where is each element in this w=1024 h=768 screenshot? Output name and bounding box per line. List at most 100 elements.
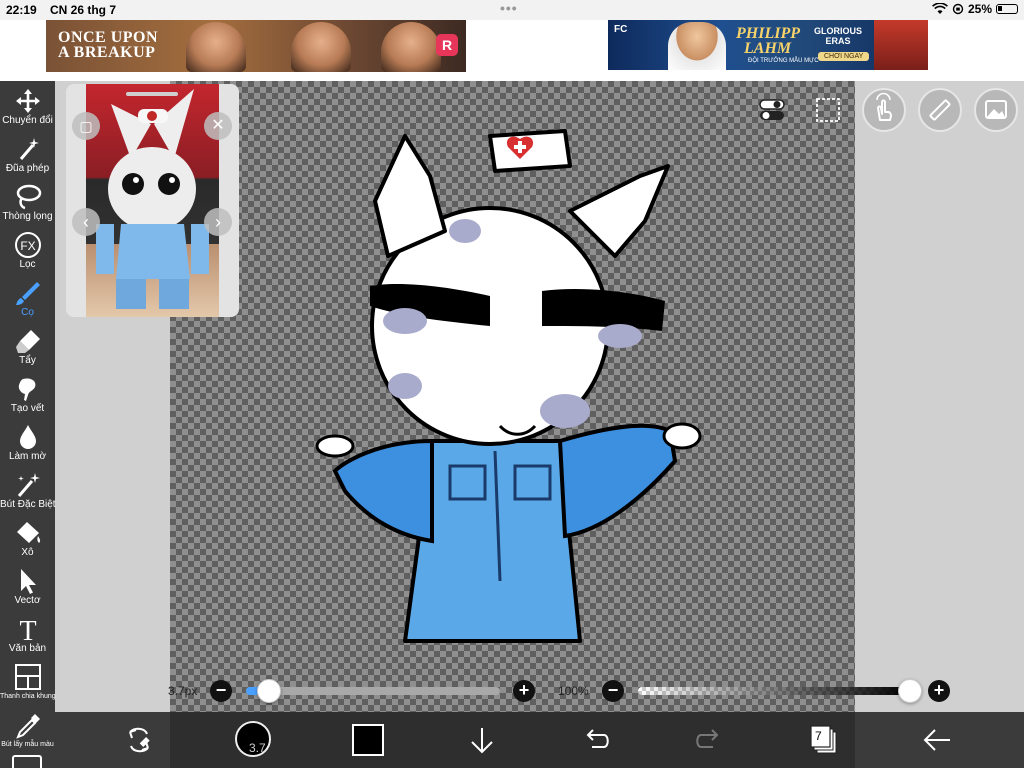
special-pen-icon	[17, 473, 40, 497]
ad-glorious-eras: GLORIOUS ERAS	[814, 26, 863, 46]
status-date: CN 26 thg 7	[50, 3, 117, 17]
battery-icon	[996, 4, 1018, 14]
tool-vector[interactable]: Vectơ	[0, 567, 55, 606]
tool-transform[interactable]: Chuyển đổi	[0, 87, 55, 126]
drawing-canvas[interactable]	[170, 81, 855, 712]
reference-prev-icon[interactable]: ‹	[72, 208, 100, 236]
vector-icon	[20, 569, 36, 594]
frame-divider-icon	[14, 664, 41, 690]
game-ad-banner[interactable]: FC PHILIPP LAHM ĐỘI TRƯỞNG MẪU MỰC GLORI…	[608, 20, 928, 70]
brush-size-preview: 3.7	[235, 721, 271, 757]
status-right: 25%	[932, 2, 1018, 16]
bucket-icon	[16, 522, 40, 543]
tool-text[interactable]: T Văn bản	[0, 615, 55, 654]
ad-promo-image	[874, 20, 928, 70]
ad-player-name: PHILIPP LAHM	[736, 25, 800, 57]
reference-image-panel[interactable]: ▢ ✕ ‹ ›	[66, 84, 239, 317]
image-icon	[985, 100, 1007, 119]
text-icon: T	[19, 616, 36, 643]
swap-brush-eraser-icon	[129, 727, 150, 753]
opacity-label: 100%	[558, 684, 589, 698]
eraser-icon	[15, 330, 40, 353]
orientation-lock-icon	[952, 3, 964, 15]
bottom-toolbar-center	[170, 712, 855, 768]
opacity-minus-button[interactable]: −	[602, 680, 624, 702]
tool-bucket[interactable]: Xô	[0, 519, 55, 558]
reference-toggle-button[interactable]	[974, 88, 1018, 132]
ad-r-logo: R	[436, 34, 458, 56]
ad-subtitle: ĐỘI TRƯỞNG MẪU MỰC	[748, 58, 819, 64]
brush-size-plus-button[interactable]: +	[513, 680, 535, 702]
tool-lasso[interactable]: Thòng lọng	[0, 183, 55, 222]
layer-count: 7	[815, 729, 822, 743]
tool-special-pen[interactable]: Bút Đặc Biệt	[0, 471, 56, 510]
brush-size-preview-value: 3.7	[249, 741, 266, 755]
svg-text:T: T	[19, 616, 36, 643]
artwork	[315, 129, 702, 643]
status-bar: 22:19 CN 26 thg 7 ••• 25%	[0, 0, 1024, 20]
reference-crop-icon[interactable]: ▢	[72, 112, 100, 140]
opacity-track[interactable]	[638, 687, 910, 695]
brush-size-label: 3.7px	[168, 684, 198, 698]
back-button[interactable]	[919, 722, 955, 758]
eyedropper-icon	[15, 714, 40, 739]
smudge-icon	[18, 378, 35, 401]
opacity-plus-button[interactable]: +	[928, 680, 950, 702]
move-icon	[15, 89, 40, 113]
undo-button[interactable]	[578, 722, 614, 758]
blur-icon	[19, 425, 36, 449]
tool-filter[interactable]: FX Lọc	[0, 231, 55, 270]
redo-icon	[696, 729, 719, 748]
brush-size-thumb[interactable]	[256, 679, 281, 703]
layers-button[interactable]: 7	[805, 722, 841, 758]
ad-fc-logo: FC	[614, 24, 628, 35]
arrow-down-icon	[471, 728, 493, 754]
magic-wand-icon	[19, 138, 39, 160]
brush-size-preview-button[interactable]: 3.7	[235, 721, 271, 757]
hand-touch-icon	[876, 92, 892, 121]
ad-movie-title: ONCE UPON A BREAKUP	[58, 29, 159, 61]
tool-eraser[interactable]: Tẩy	[0, 327, 55, 366]
save-download-button[interactable]	[464, 722, 500, 758]
reference-close-icon[interactable]: ✕	[204, 112, 232, 140]
brush-size-minus-button[interactable]: −	[210, 680, 232, 702]
redo-button[interactable]	[691, 722, 727, 758]
svg-text:FX: FX	[20, 239, 35, 253]
tool-frame-divider[interactable]: Thanh chia khung	[0, 663, 56, 702]
multitasking-dots-icon[interactable]: •••	[500, 0, 518, 16]
reference-drag-handle[interactable]	[126, 92, 178, 96]
tool-brush[interactable]: Cọ	[0, 279, 55, 318]
swap-tool-button[interactable]	[121, 722, 157, 758]
opacity-thumb[interactable]	[898, 679, 922, 703]
wifi-icon	[932, 3, 948, 14]
reference-next-icon[interactable]: ›	[204, 208, 232, 236]
fx-icon: FX	[14, 232, 41, 258]
tool-smudge[interactable]: Tạo vết	[0, 375, 55, 414]
undo-icon	[586, 729, 609, 748]
touch-mode-button[interactable]	[862, 88, 906, 132]
ad-play-now-button[interactable]: CHƠI NGAY	[818, 52, 870, 61]
ruler-icon	[929, 99, 951, 121]
tool-eyedropper[interactable]: Bút lấy mẫu màu	[0, 711, 55, 750]
tool-magic-wand[interactable]: Đũa phép	[0, 135, 55, 174]
ruler-button[interactable]	[918, 88, 962, 132]
ad-banner-row: ONCE UPON A BREAKUP R FC PHILIPP LAHM ĐỘ…	[0, 20, 1024, 81]
color-swatch-button[interactable]	[352, 724, 384, 756]
brush-size-track[interactable]	[246, 687, 500, 695]
brush-icon	[15, 282, 40, 305]
ad-player-image	[668, 22, 726, 70]
toggle-settings-icon[interactable]	[758, 96, 786, 124]
ad-actor-image	[186, 22, 246, 72]
movie-ad-banner[interactable]: ONCE UPON A BREAKUP R	[46, 20, 466, 72]
reference-character	[96, 89, 209, 309]
bottom-toolbar: 3.7 7	[55, 712, 1024, 768]
status-time: 22:19	[6, 3, 37, 17]
ad-actor-image	[291, 22, 351, 72]
layers-icon	[810, 725, 837, 754]
selection-icon[interactable]	[814, 96, 842, 124]
more-tools-icon[interactable]	[12, 755, 42, 768]
battery-percent: 25%	[967, 2, 992, 16]
ad-actor-image	[381, 22, 441, 72]
tool-sidebar: Chuyển đổi Đũa phép Thòng lọng FX Lọc Cọ…	[0, 81, 56, 768]
tool-blur[interactable]: Làm mờ	[0, 423, 55, 462]
